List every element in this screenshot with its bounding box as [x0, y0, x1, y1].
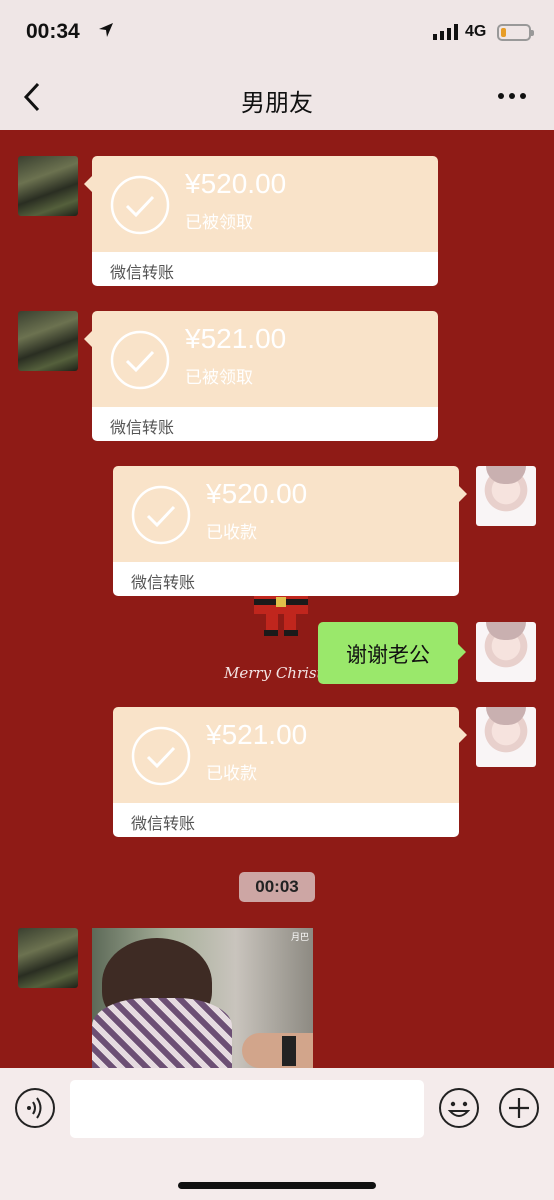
check-circle-icon [110, 330, 170, 390]
status-time: 00:34 [26, 20, 80, 43]
transfer-status: 已被领取 [185, 213, 253, 233]
transfer-card[interactable]: ¥520.00 已被领取 微信转账 [84, 156, 438, 286]
transfer-label: 微信转账 [110, 263, 175, 282]
status-bar: 00:34 4G [0, 0, 554, 66]
message-text: 谢谢老公 [346, 643, 430, 667]
signal-bars-icon [433, 24, 458, 40]
transfer-label: 微信转账 [131, 573, 196, 592]
transfer-status: 已被领取 [185, 368, 253, 388]
transfer-status: 已收款 [206, 523, 257, 543]
transfer-amount: ¥520.00 [185, 168, 287, 199]
image-watermark: 月巴 [290, 933, 309, 943]
contact-avatar[interactable] [18, 156, 78, 216]
santa-decoration [254, 592, 308, 636]
contact-avatar[interactable] [18, 928, 78, 988]
transfer-label: 微信转账 [131, 814, 196, 833]
contact-avatar[interactable] [18, 311, 78, 371]
chat-title: 男朋友 [241, 89, 313, 117]
transfer-card[interactable]: ¥521.00 已收款 微信转账 [113, 707, 467, 837]
nav-bar: 男朋友 [0, 66, 554, 130]
image-message[interactable]: 月巴 [92, 928, 313, 1068]
transfer-card[interactable]: ¥520.00 已收款 微信转账 [113, 466, 467, 596]
check-circle-icon [131, 726, 191, 786]
text-message-bubble[interactable]: 谢谢老公 [318, 622, 466, 684]
check-circle-icon [131, 485, 191, 545]
transfer-card[interactable]: ¥521.00 已被领取 微信转账 [84, 311, 438, 441]
more-dots-icon[interactable] [496, 86, 528, 106]
plus-circle-icon[interactable] [498, 1087, 540, 1129]
timestamp-badge: 00:03 [239, 872, 315, 902]
my-avatar[interactable] [476, 622, 536, 682]
transfer-amount: ¥521.00 [185, 323, 287, 354]
transfer-amount: ¥521.00 [206, 719, 308, 750]
emoji-smile-icon[interactable] [438, 1087, 480, 1129]
battery-low-icon [497, 24, 534, 41]
transfer-status: 已收款 [206, 764, 257, 784]
check-circle-icon [110, 175, 170, 235]
input-bar [0, 1068, 554, 1200]
home-indicator [178, 1182, 376, 1189]
location-arrow-icon [99, 23, 113, 37]
voice-icon[interactable] [14, 1087, 56, 1129]
my-avatar[interactable] [476, 707, 536, 767]
transfer-amount: ¥520.00 [206, 478, 308, 509]
my-avatar[interactable] [476, 466, 536, 526]
chat-area[interactable]: Merry Christm ¥520.00 已被领取 微信转账 ¥521.00 … [0, 130, 554, 1068]
network-type: 4G [465, 23, 487, 40]
message-input[interactable] [70, 1080, 424, 1138]
transfer-label: 微信转账 [110, 418, 175, 437]
